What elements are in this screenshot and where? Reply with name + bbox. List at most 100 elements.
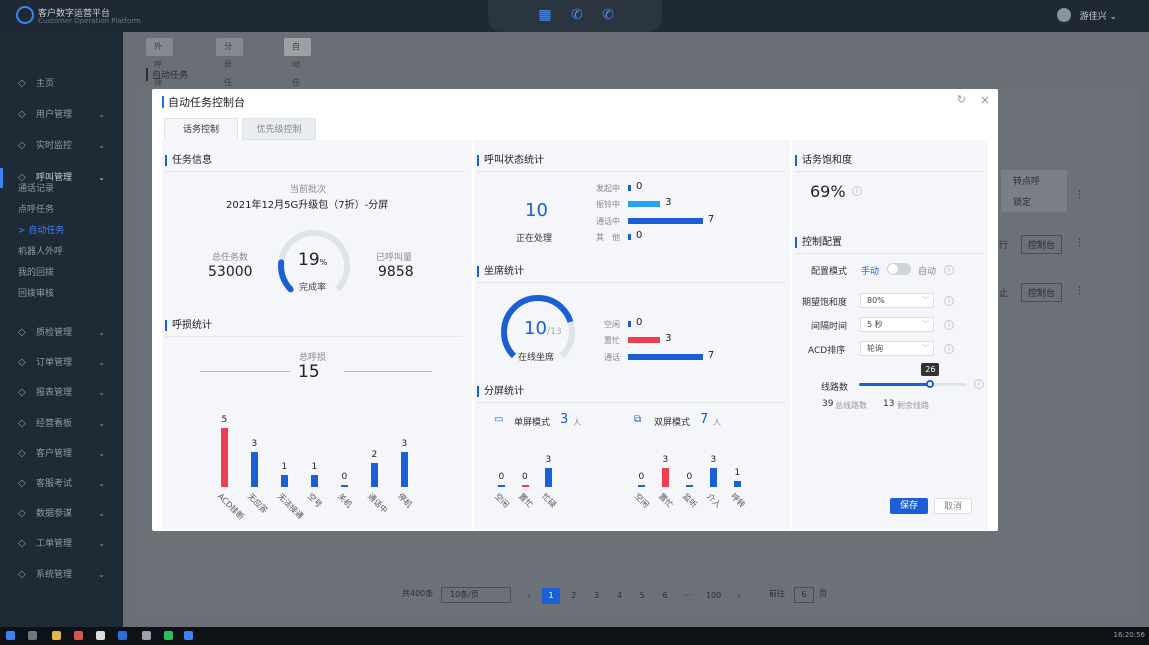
bar-category-label: 无法接通 bbox=[275, 491, 305, 521]
page-tab[interactable]: 自动任务× bbox=[284, 38, 311, 123]
chart-bar bbox=[371, 463, 378, 487]
bar-category-label: 通话 bbox=[604, 352, 620, 362]
row-action-cut[interactable]: 行 bbox=[999, 238, 1008, 251]
remaining-lines-value: 13 bbox=[883, 399, 895, 409]
phone-settings-icon[interactable]: ✆ bbox=[569, 7, 585, 23]
remaining-lines-label: 剩余线路 bbox=[897, 401, 929, 410]
page-button[interactable]: 3 bbox=[588, 588, 606, 604]
sidebar-item[interactable]: ◇ 主页 bbox=[0, 74, 123, 94]
app-icon[interactable] bbox=[184, 631, 193, 640]
sidebar-item[interactable]: ◇ 实时监控 ⌄ bbox=[0, 136, 123, 156]
sidebar-item-label: 客服考试 bbox=[36, 479, 73, 489]
app-icon[interactable] bbox=[96, 631, 105, 640]
bar-category-label: 无应答 bbox=[245, 491, 270, 516]
sidebar-subitem[interactable]: 点呼任务 bbox=[0, 200, 123, 220]
page-button[interactable]: 6 bbox=[656, 588, 674, 604]
console-button[interactable]: 控制台 bbox=[1021, 235, 1063, 254]
page-button[interactable]: 1 bbox=[542, 588, 560, 604]
sidebar-subitem[interactable]: > 自动任务 bbox=[0, 221, 123, 241]
dual-screen-unit: 人 bbox=[713, 418, 721, 427]
interval-select[interactable]: 5 秒 ﹀ bbox=[860, 317, 934, 332]
chevron-down-icon: ⌄ bbox=[98, 328, 105, 337]
next-page-icon[interactable]: › bbox=[730, 588, 748, 604]
seat-total: 13 bbox=[550, 327, 562, 337]
info-icon[interactable]: i bbox=[944, 320, 954, 330]
sidebar-subitem[interactable]: 机器人外呼 bbox=[0, 242, 123, 262]
info-icon[interactable]: i bbox=[944, 265, 954, 275]
page-button[interactable]: 100 bbox=[702, 588, 726, 604]
info-icon[interactable]: i bbox=[974, 379, 984, 389]
more-icon[interactable]: ⋮ bbox=[1075, 190, 1084, 200]
sidebar-subitem[interactable]: 我的回拨 bbox=[0, 263, 123, 283]
sidebar-subitem[interactable]: 回拨审核 bbox=[0, 284, 123, 304]
sidebar-item[interactable]: ◇ 客服考试 ⌄ bbox=[0, 474, 123, 494]
sidebar-item[interactable]: ◇ 订单管理 ⌄ bbox=[0, 353, 123, 373]
app-subtitle: Customer Operation Platform bbox=[38, 17, 141, 25]
sidebar-item[interactable]: ◇ 客户管理 ⌄ bbox=[0, 444, 123, 464]
sidebar-subitem[interactable]: 通话记录 bbox=[0, 179, 123, 199]
chevron-down-icon: ﹀ bbox=[922, 320, 929, 328]
sidebar-item[interactable]: ◇ 质检管理 ⌄ bbox=[0, 323, 123, 343]
bar-value-label: 0 bbox=[636, 181, 643, 192]
chart-bar bbox=[628, 233, 631, 240]
lines-slider-handle[interactable] bbox=[926, 380, 935, 388]
total-tasks-label: 总任务数 bbox=[212, 253, 249, 263]
file-explorer-icon[interactable] bbox=[52, 631, 61, 640]
info-icon[interactable]: i bbox=[944, 296, 954, 306]
row-action-cut[interactable]: 止 bbox=[999, 286, 1008, 299]
seat-stats-title: 坐席统计 bbox=[477, 266, 524, 277]
user-menu[interactable]: 游佳兴 ⌄ bbox=[1080, 9, 1117, 22]
bar-value-label: 7 bbox=[707, 213, 715, 225]
task-view-icon[interactable] bbox=[28, 631, 37, 640]
windows-start-icon[interactable] bbox=[6, 631, 15, 640]
info-icon[interactable]: i bbox=[944, 344, 954, 354]
menu-item-transfer[interactable]: 转点呼 bbox=[1013, 174, 1040, 187]
sidebar-item[interactable]: ◇ 用户管理 ⌄ bbox=[0, 105, 123, 125]
avatar[interactable] bbox=[1057, 8, 1071, 22]
refresh-icon[interactable]: ↻ bbox=[957, 93, 966, 106]
tab-traffic-control[interactable]: 话务控制 bbox=[164, 118, 238, 140]
sidebar-item[interactable]: ◇ 工单管理 ⌄ bbox=[0, 534, 123, 554]
phone-location-icon[interactable]: ✆ bbox=[600, 7, 616, 23]
chart-bar bbox=[498, 485, 505, 487]
goto-input[interactable]: 6 bbox=[794, 587, 814, 603]
close-icon[interactable]: × bbox=[980, 93, 990, 107]
bar-category-label: 通话中 bbox=[365, 491, 390, 516]
sidebar-item[interactable]: ◇ 经营看板 ⌄ bbox=[0, 414, 123, 434]
mode-toggle[interactable] bbox=[887, 263, 911, 275]
lines-slider-track[interactable]: 26 bbox=[859, 363, 966, 388]
page-size-select[interactable]: 10条/页 bbox=[441, 587, 511, 603]
prev-page-icon[interactable]: ‹ bbox=[520, 588, 538, 604]
single-screen-unit: 人 bbox=[573, 418, 581, 427]
bar-category-label: 置忙 bbox=[656, 491, 675, 510]
page-tab[interactable]: 外呼预算× bbox=[146, 38, 173, 123]
page-tab[interactable]: 分屏任务× bbox=[216, 38, 243, 123]
sidebar-item[interactable]: ◇ 报表管理 ⌄ bbox=[0, 383, 123, 403]
order-icon: ◇ bbox=[18, 357, 26, 369]
page-button[interactable]: ··· bbox=[679, 588, 697, 604]
more-icon[interactable]: ⋮ bbox=[1075, 286, 1084, 296]
expected-saturation-select[interactable]: 80% ﹀ bbox=[860, 293, 934, 308]
page-button[interactable]: 5 bbox=[633, 588, 651, 604]
tab-priority-control[interactable]: 优先级控制 bbox=[242, 118, 316, 140]
page-button[interactable]: 2 bbox=[565, 588, 583, 604]
info-icon[interactable]: i bbox=[852, 186, 862, 196]
total-tasks-value: 53000 bbox=[208, 264, 253, 280]
sidebar-item[interactable]: ◇ 系统管理 ⌄ bbox=[0, 565, 123, 585]
sidebar-item[interactable]: ◇ 数据参谋 ⌄ bbox=[0, 504, 123, 524]
save-button[interactable]: 保存 bbox=[890, 498, 928, 514]
console-button[interactable]: 控制台 bbox=[1021, 283, 1063, 302]
wechat-icon[interactable] bbox=[164, 631, 173, 640]
chart-bar bbox=[545, 468, 552, 487]
apps-grid-icon[interactable]: ▦ bbox=[537, 7, 553, 23]
cancel-button[interactable]: 取消 bbox=[934, 498, 972, 514]
page-button[interactable]: 4 bbox=[610, 588, 628, 604]
menu-item-lock[interactable]: 锁定 bbox=[1013, 195, 1031, 208]
acd-select[interactable]: 轮询 ﹀ bbox=[860, 341, 934, 356]
photoshop-icon[interactable] bbox=[118, 631, 127, 640]
chart-bar bbox=[710, 468, 717, 487]
app-icon[interactable] bbox=[142, 631, 151, 640]
bar-value-label: 3 bbox=[545, 455, 552, 466]
browser-icon[interactable] bbox=[74, 631, 83, 640]
more-icon[interactable]: ⋮ bbox=[1075, 238, 1084, 248]
